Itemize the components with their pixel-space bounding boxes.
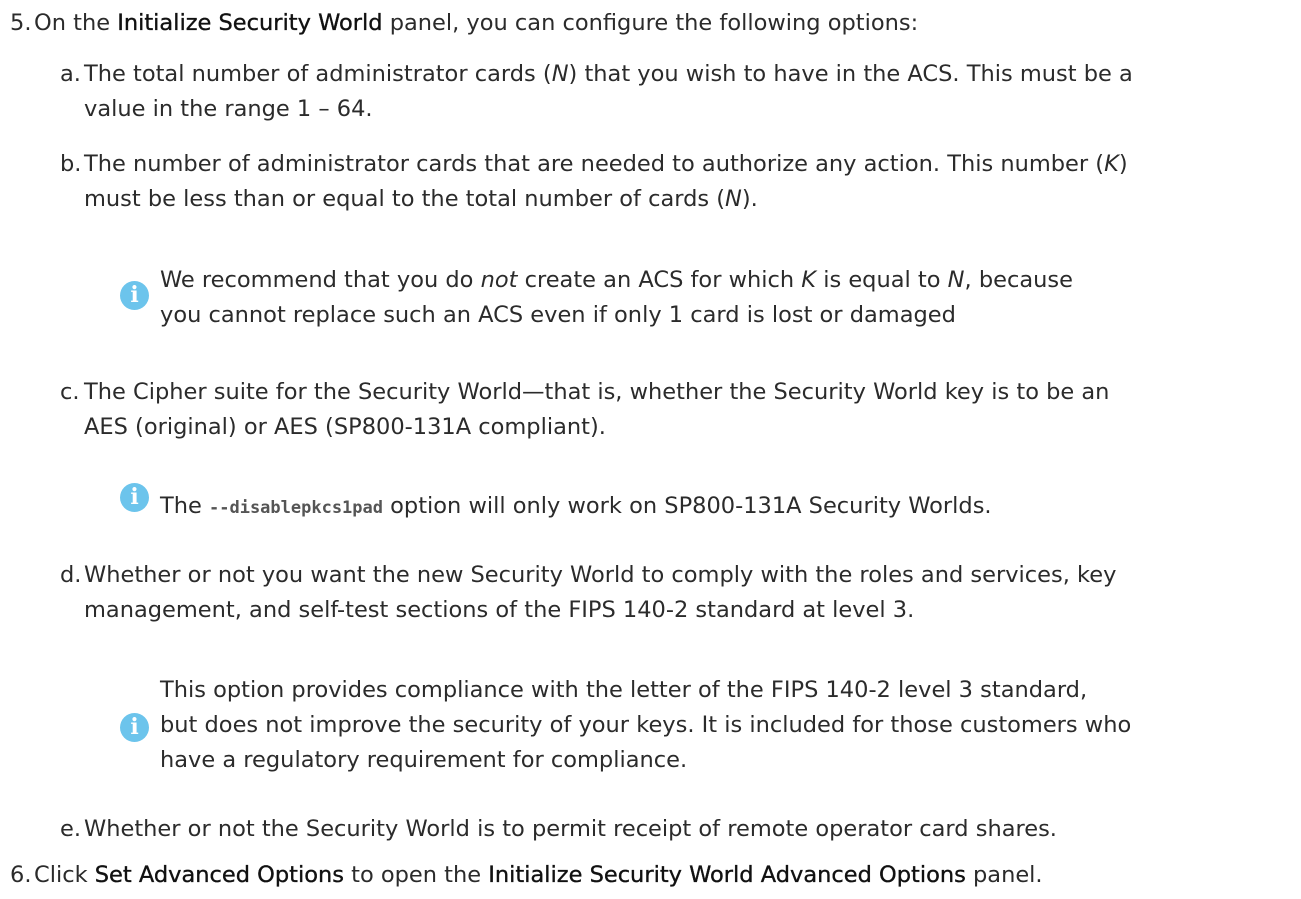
text: ) that you wish to have in the ACS. This… [568,61,1133,87]
text: must be less than or equal to the total … [84,186,726,212]
text: option will only work on SP800-131A Secu… [383,493,992,519]
option-letter: e. [60,816,81,842]
button-name: Set Advanced Options [94,862,345,888]
variable-k: K [801,267,817,293]
variable-n: N [725,186,742,212]
text: have a regulatory requirement for compli… [160,747,688,773]
option-letter: a. [60,61,81,87]
text: but does not improve the security of you… [160,712,1132,738]
text: The total number of administrator cards … [84,61,552,87]
text: is equal to [816,267,948,293]
option-e-text: Whether or not the Security World is to … [84,812,1293,847]
panel-name: Initialize Security World [117,10,383,36]
intro-text-end: panel, you can configure the following o… [382,10,919,36]
text: This option provides compliance with the… [160,677,1088,703]
info-icon: i [120,713,149,742]
emphasis: not [480,267,518,293]
code-option: --disablepkcs1pad [209,498,383,518]
text: The Cipher suite for the Security World—… [84,379,1110,405]
text: We recommend that you do [160,267,481,293]
text: ) [1118,151,1128,177]
text: ). [741,186,758,212]
text: value in the range 1 – 64. [84,96,373,122]
note-text: We recommend that you do not create an A… [160,263,1271,333]
option-d-text: Whether or not you want the new Security… [84,558,1293,628]
variable-n: N [551,61,569,87]
text: The number of administrator cards that a… [84,151,1105,177]
panel-name: Initialize Security World Advanced Optio… [488,862,966,888]
text: to open the [343,862,489,888]
text: AES (original) or AES (SP800-131A compli… [84,414,606,440]
step-number: 6. [10,862,32,888]
step-5-intro: On the Initialize Security World panel, … [34,6,1295,41]
option-letter: b. [60,151,82,177]
text: panel. [965,862,1043,888]
variable-k: K [1104,151,1119,177]
document-page: 5. On the Initialize Security World pane… [0,0,1301,899]
text: you cannot replace such an ACS even if o… [160,302,956,328]
text: Whether or not the Security World is to … [84,816,1057,842]
note-text: This option provides compliance with the… [160,673,1271,778]
info-icon: i [120,281,149,310]
option-c-text: The Cipher suite for the Security World—… [84,375,1293,445]
option-b-text: The number of administrator cards that a… [84,147,1293,217]
note-text: The --disablepkcs1pad option will only w… [160,489,1271,526]
text: The [160,493,209,519]
text: , because [964,267,1073,293]
option-a-text: The total number of administrator cards … [84,57,1293,127]
text: Click [34,862,95,888]
info-icon: i [120,483,149,512]
variable-n: N [947,267,965,293]
text: Whether or not you want the new Security… [84,562,1117,588]
option-letter: c. [60,379,80,405]
text: create an ACS for which [517,267,802,293]
step-6-text: Click Set Advanced Options to open the I… [34,858,1295,893]
step-number: 5. [10,10,32,36]
intro-text: On the [34,10,118,36]
option-letter: d. [60,562,82,588]
text: management, and self-test sections of th… [84,597,915,623]
